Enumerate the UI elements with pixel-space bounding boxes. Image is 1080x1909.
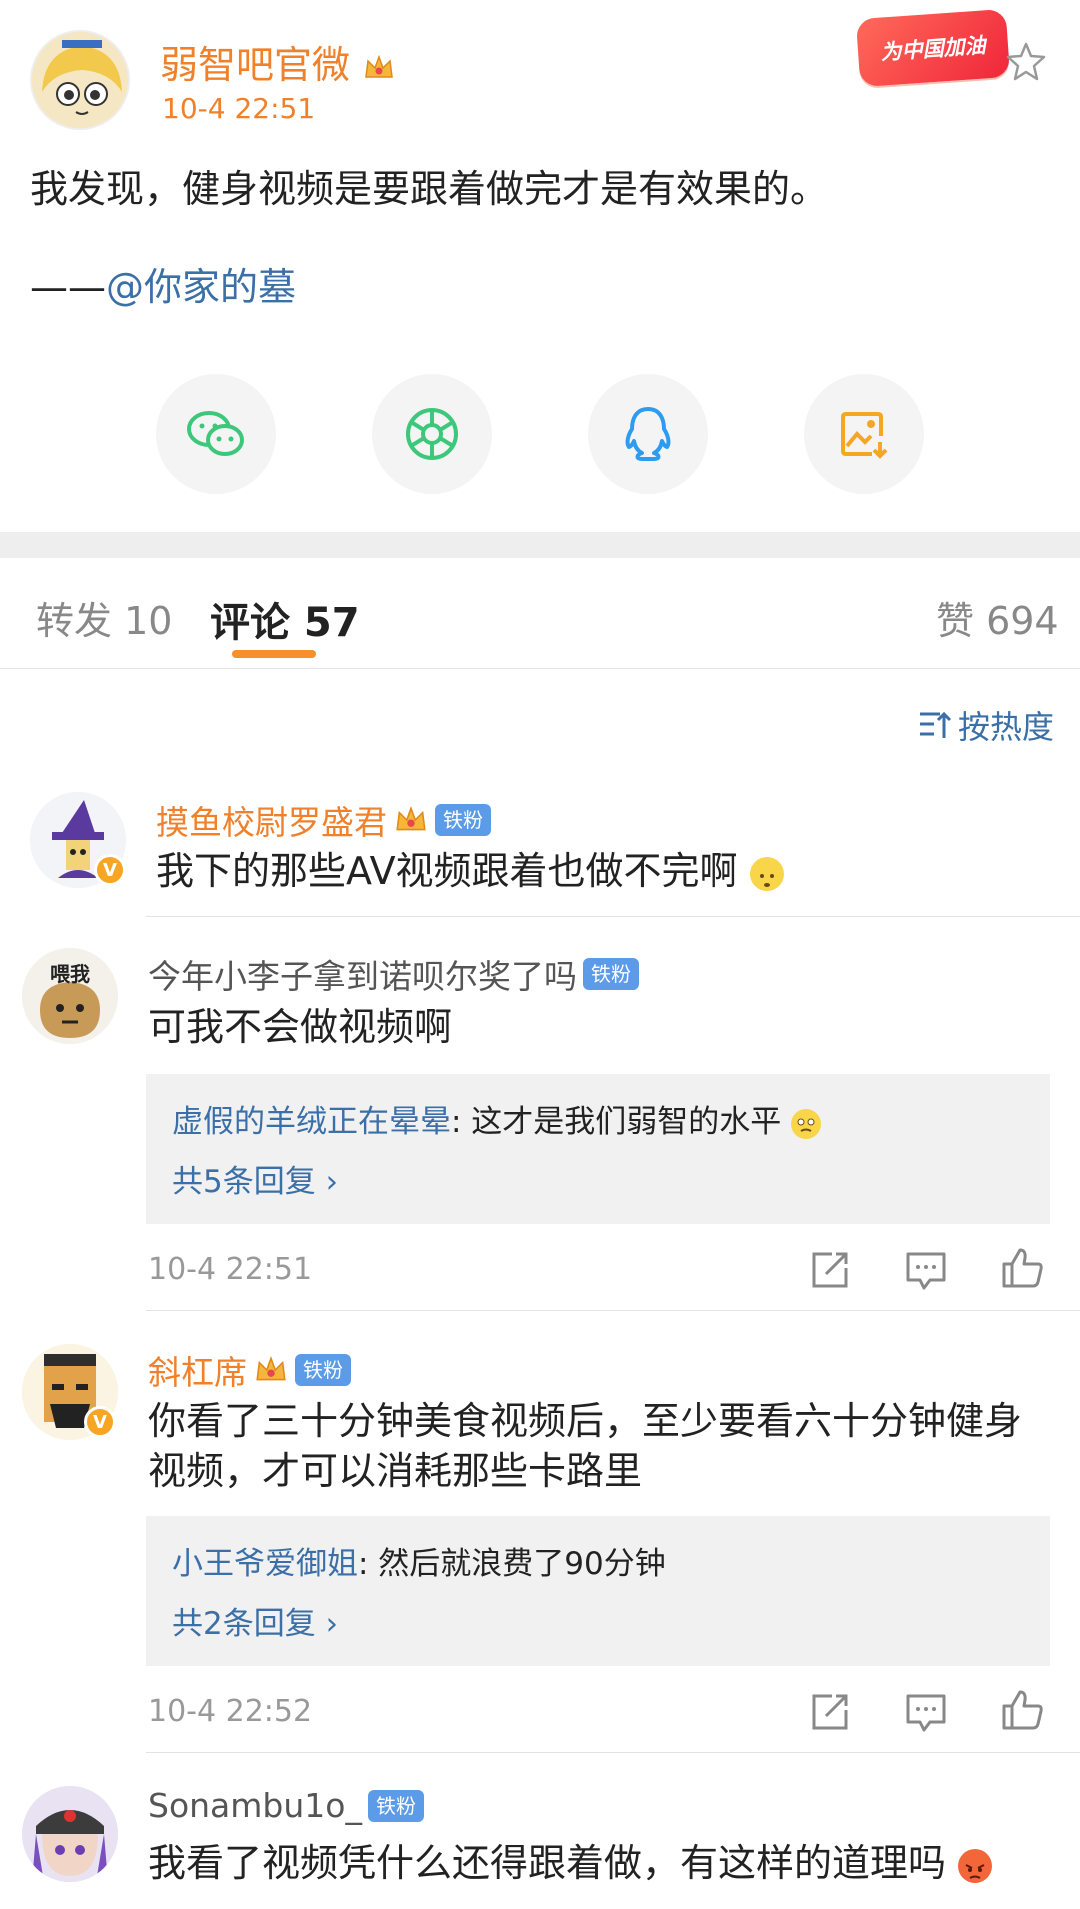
fan-badge: 铁粉 — [295, 1354, 351, 1386]
reply-preview-box[interactable]: 虚假的羊绒正在晕晕: 这才是我们弱智的水平 共5条回复 › — [146, 1074, 1050, 1224]
comment-avatar[interactable]: 喂我 — [22, 948, 118, 1044]
comment-icon[interactable] — [904, 1248, 948, 1292]
comment-text: 可我不会做视频啊 — [148, 1005, 453, 1049]
reply-preview-box[interactable]: 小王爷爱御姐: 然后就浪费了90分钟 共2条回复 › — [146, 1516, 1050, 1666]
verified-badge-icon: V — [94, 854, 126, 886]
comment-time: 10-4 22:52 — [148, 1694, 313, 1729]
tabs-divider — [0, 668, 1080, 669]
post-time: 10-4 22:51 — [162, 92, 316, 125]
share-wechat-button[interactable] — [156, 374, 276, 494]
like-icon[interactable] — [1000, 1246, 1044, 1290]
vip-crown-icon — [365, 54, 393, 78]
promo-badge[interactable]: 为中国加油 — [855, 8, 1011, 88]
comment-avatar[interactable] — [22, 1786, 118, 1882]
fan-badge: 铁粉 — [367, 1789, 424, 1822]
comment-text: 我看了视频凭什么还得跟着做，有这样的道理吗 — [148, 1838, 993, 1888]
post-author-avatar[interactable] — [30, 30, 130, 130]
comment-text-line2: 视频，才可以消耗那些卡路里 — [148, 1449, 643, 1493]
comment-author[interactable]: 今年小李子拿到诺呗尔奖了吗 铁粉 — [148, 950, 639, 998]
active-tab-indicator — [232, 650, 316, 658]
sort-icon — [920, 711, 952, 738]
section-divider — [0, 532, 1080, 558]
angry-emoji-icon — [958, 1848, 993, 1883]
fan-badge: 铁粉 — [583, 958, 639, 990]
favorite-star-icon[interactable] — [1004, 40, 1048, 84]
credit-mention-link[interactable]: @你家的墓 — [106, 265, 296, 309]
comment-time: 10-4 22:51 — [148, 1252, 313, 1287]
save-image-button[interactable] — [804, 374, 924, 494]
comment-author[interactable]: Sonambu1o_ 铁粉 — [148, 1786, 424, 1825]
tab-like[interactable]: 赞 694 — [936, 590, 1059, 645]
sort-label: 按热度 — [958, 708, 1055, 746]
comment-text: 你看了三十分钟美食视频后，至少要看六十分钟健身 — [148, 1399, 1023, 1443]
reply-user[interactable]: 小王爷爱御姐 — [172, 1546, 358, 1582]
tab-comment[interactable]: 评论 57 — [210, 590, 360, 648]
tab-repost[interactable]: 转发 10 — [36, 590, 172, 645]
reply-line: 虚假的羊绒正在晕晕: 这才是我们弱智的水平 — [172, 1096, 822, 1141]
view-replies-link[interactable]: 共2条回复 › — [172, 1598, 338, 1643]
comment-separator — [146, 916, 1080, 917]
moments-icon — [406, 408, 458, 460]
sort-button[interactable]: 按热度 — [918, 702, 1054, 748]
vip-crown-icon — [256, 1356, 286, 1381]
vip-crown-icon — [396, 806, 426, 831]
emoji-icon — [749, 856, 784, 891]
view-replies-link[interactable]: 共5条回复 › — [172, 1156, 338, 1201]
post-text: 我发现，健身视频是要跟着做完才是有效果的。 — [30, 167, 829, 211]
save-image-icon — [841, 412, 888, 459]
verified-badge-icon: V — [84, 1406, 116, 1438]
share-qq-button[interactable] — [588, 374, 708, 494]
like-icon[interactable] — [1000, 1688, 1044, 1732]
reply-line: 小王爷爱御姐: 然后就浪费了90分钟 — [172, 1546, 666, 1582]
emoji-icon — [791, 1108, 822, 1139]
reply-user[interactable]: 虚假的羊绒正在晕晕 — [172, 1104, 451, 1140]
fan-badge: 铁粉 — [435, 804, 491, 836]
post-author-name[interactable]: 弱智吧官微 — [160, 34, 396, 89]
credit-dash: —— — [30, 265, 106, 309]
comment-author[interactable]: 摸鱼校尉罗盛君 铁粉 — [156, 796, 491, 844]
share-icon[interactable] — [808, 1248, 852, 1292]
wechat-icon — [187, 411, 244, 456]
comment-separator — [146, 1310, 1080, 1311]
comment-icon[interactable] — [904, 1690, 948, 1734]
comment-separator — [146, 1752, 1080, 1753]
comment-text: 我下的那些AV视频跟着也做不完啊 — [156, 846, 784, 896]
share-moments-button[interactable] — [372, 374, 492, 494]
qq-icon — [625, 407, 671, 461]
share-icon[interactable] — [808, 1690, 852, 1734]
post-credit: ——@你家的墓 — [30, 256, 296, 311]
avatar-caption: 喂我 — [50, 962, 90, 986]
comment-author[interactable]: 斜杠席 铁粉 — [148, 1346, 351, 1394]
